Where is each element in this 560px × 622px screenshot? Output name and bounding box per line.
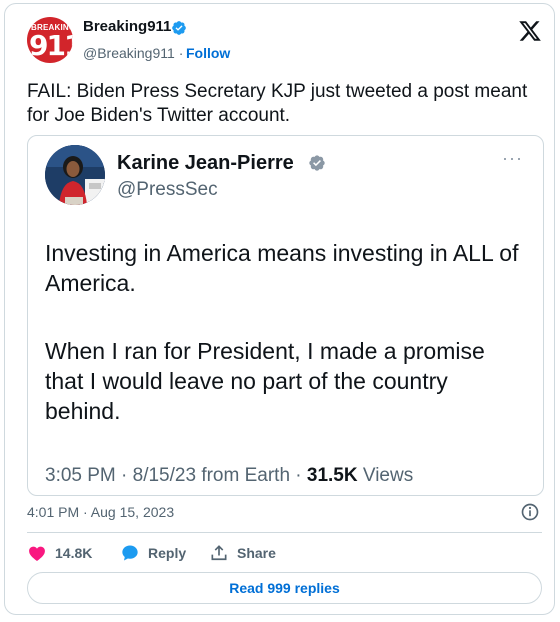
author-handle[interactable]: @Breaking911 · xyxy=(83,45,183,61)
embedded-views-label: Views xyxy=(357,465,414,486)
share-upload-icon xyxy=(211,545,227,561)
share-button[interactable]: Share xyxy=(209,542,276,564)
avatar-logo-big-text: 911 xyxy=(29,29,73,62)
author-name[interactable]: Breaking911 xyxy=(83,18,171,35)
embedded-paragraph-1: Investing in America means investing in … xyxy=(45,240,519,296)
embedded-meta-time: 3:05 PM · 8/15/23 from Earth · xyxy=(45,465,307,486)
info-icon[interactable] xyxy=(520,502,540,522)
verified-badge-icon xyxy=(172,21,186,35)
speech-bubble-icon xyxy=(122,545,138,561)
embedded-author-avatar xyxy=(45,145,105,205)
tweet-card: BREAKING 911 Breaking911 @Breaking911 · … xyxy=(4,3,555,615)
x-logo-icon[interactable] xyxy=(518,19,542,43)
follow-button[interactable]: Follow xyxy=(186,45,230,61)
heart-icon xyxy=(29,546,45,561)
read-replies-button[interactable]: Read 999 replies xyxy=(27,572,542,604)
reply-button[interactable]: Reply xyxy=(120,542,186,564)
more-options-icon: ··· xyxy=(502,148,523,168)
embedded-views-count: 31.5K xyxy=(306,465,358,486)
embedded-verified-badge-icon xyxy=(309,155,325,171)
tweet-timestamp[interactable]: 4:01 PM · Aug 15, 2023 xyxy=(27,504,174,520)
embedded-author-handle: @PressSec xyxy=(117,179,218,200)
embedded-avatar-photo xyxy=(45,145,105,205)
embedded-meta: 3:05 PM · 8/15/23 from Earth · 31.5K Vie… xyxy=(45,465,413,487)
author-handle-text: @Breaking911 xyxy=(83,45,175,61)
embedded-paragraph-2: When I ran for President, I made a promi… xyxy=(45,338,485,424)
embedded-author-name: Karine Jean-Pierre xyxy=(117,152,294,174)
reply-label: Reply xyxy=(148,545,187,561)
like-button[interactable]: 14.8K xyxy=(27,542,92,564)
handle-separator: · xyxy=(178,45,184,61)
like-count: 14.8K xyxy=(55,545,93,561)
tweet-text: FAIL: Biden Press Secretary KJP just twe… xyxy=(27,81,528,126)
embedded-tweet-image[interactable]: Karine Jean-Pierre @PressSec ··· Investi… xyxy=(27,135,544,496)
author-avatar[interactable]: BREAKING 911 xyxy=(27,17,73,63)
divider xyxy=(27,532,542,533)
share-label: Share xyxy=(237,545,276,561)
